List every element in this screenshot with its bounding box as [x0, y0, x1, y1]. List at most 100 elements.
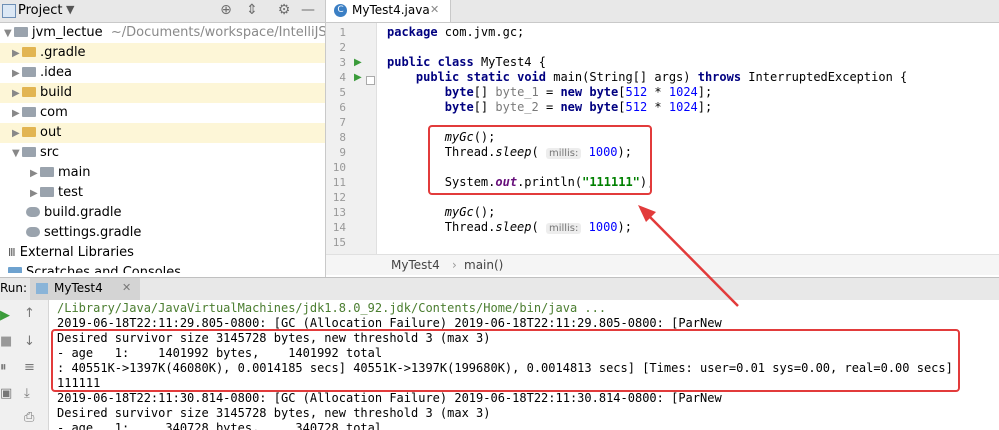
tree-item-label: build.gradle [44, 205, 122, 220]
code-line-14: Thread.sleep( millis: 1000); [444, 220, 632, 234]
line-number: 13 [332, 206, 346, 219]
tree-item-label: Scratches and Consoles [26, 265, 182, 273]
run-icon[interactable]: ▶ [354, 57, 362, 68]
code-line-6: byte[] byte_2 = new byte[512 * 1024]; [444, 100, 713, 114]
tree-item-label: settings.gradle [44, 225, 142, 240]
console-line: /Library/Java/JavaVirtualMachines/jdk1.8… [57, 301, 607, 315]
chevron-down-icon[interactable]: ▼ [4, 24, 14, 44]
folder-icon [22, 147, 36, 157]
chevron-right-icon[interactable]: ▶ [12, 104, 22, 124]
chevron-right-icon[interactable]: ▶ [12, 44, 22, 64]
chevron-right-icon[interactable]: ▶ [12, 84, 22, 104]
stop-icon[interactable]: ■ [0, 334, 12, 349]
tree-item-path: ~/Documents/workspace/IntelliJSpac [110, 25, 325, 40]
chevron-down-icon[interactable]: ▼ [12, 144, 22, 164]
folder-icon [22, 127, 36, 137]
line-number: 12 [332, 191, 346, 204]
tree-item-label: out [40, 125, 62, 140]
tree-item-out[interactable]: ▶ out [0, 123, 325, 143]
fold-icon[interactable] [366, 76, 375, 85]
tree-item-idea[interactable]: ▶ .idea [0, 63, 72, 83]
scroll-to-end-icon[interactable]: ⤓ [24, 386, 30, 401]
folder-icon [22, 47, 36, 57]
line-number: 4 [339, 71, 346, 84]
code-line-4: public static void main(String[] args) t… [415, 70, 908, 84]
line-number: 15 [332, 236, 346, 249]
line-number: 1 [339, 26, 346, 39]
chevron-right-icon[interactable]: ▶ [12, 124, 22, 144]
folder-icon [40, 167, 54, 177]
pause-icon[interactable]: ⏸ [0, 360, 7, 375]
project-tree: ▼ jvm_lectue ~/Documents/workspace/Intell… [0, 23, 325, 273]
tree-item-main[interactable]: ▶ main [0, 163, 90, 183]
tree-item-label: .idea [40, 65, 72, 80]
tree-item-build[interactable]: ▶ build [0, 83, 325, 103]
code-editor[interactable]: package com.jvm.gc; public class MyTest4… [377, 23, 999, 254]
editor-tab-bar: C MyTest4.java ✕ [326, 0, 999, 23]
tree-item-com[interactable]: ▶ com [0, 103, 68, 123]
tab-label: MyTest4.java [352, 3, 430, 17]
tree-item-label: com [40, 105, 68, 120]
line-number: 10 [332, 161, 346, 174]
console-line: - age 1: 340728 bytes, 340728 total [57, 421, 383, 430]
code-highlight-box [428, 125, 652, 195]
soft-wrap-icon[interactable]: ≡ [24, 360, 35, 375]
console-line: 2019-06-18T22:11:29.805-0800: [GC (Alloc… [57, 316, 722, 330]
print-icon[interactable]: ⎙ [24, 410, 34, 425]
rerun-icon[interactable]: ▶ [0, 308, 10, 323]
project-icon [2, 4, 16, 18]
code-line-1: package com.jvm.gc; [387, 25, 525, 39]
run-icon[interactable]: ▶ [354, 72, 362, 83]
line-number: 9 [339, 146, 346, 159]
tree-item-label: src [40, 145, 59, 160]
chevron-right-icon[interactable]: ▶ [30, 184, 40, 204]
gradle-icon [26, 207, 40, 217]
folder-icon [40, 187, 54, 197]
folder-icon [22, 67, 36, 77]
java-class-icon: C [334, 4, 347, 17]
code-line-13: myGc(); [444, 205, 496, 219]
breadcrumb-class[interactable]: MyTest4 [391, 258, 440, 272]
tree-item-scratches[interactable]: Scratches and Consoles [8, 263, 181, 273]
tree-item-settings-gradle[interactable]: settings.gradle [0, 223, 141, 243]
project-panel-title[interactable]: Project [18, 3, 62, 18]
dump-icon[interactable]: ▣ [0, 386, 12, 401]
tree-item-external-libraries[interactable]: Ⅲ External Libraries [8, 243, 134, 263]
chevron-right-icon[interactable]: ▶ [30, 164, 40, 184]
line-number: 3 [339, 56, 346, 69]
breadcrumb-method[interactable]: main() [464, 258, 503, 272]
run-panel-header: Run: MyTest4 ✕ [0, 277, 999, 301]
gear-icon[interactable]: ⚙ [276, 2, 292, 18]
tree-item-root[interactable]: ▼ jvm_lectue ~/Documents/workspace/Intell… [4, 23, 325, 43]
tree-item-label: main [58, 165, 91, 180]
console-line: Desired survivor size 3145728 bytes, new… [57, 406, 491, 420]
project-panel-header: Project ▼ ⊕ ⇕ ⚙ — [0, 0, 325, 23]
arrow-up-icon[interactable]: ↑ [24, 306, 35, 321]
console-output[interactable]: /Library/Java/JavaVirtualMachines/jdk1.8… [49, 300, 999, 430]
scratches-icon [8, 267, 22, 273]
folder-icon [22, 107, 36, 117]
tree-item-gradle[interactable]: ▶ .gradle [0, 43, 325, 63]
libraries-icon: Ⅲ [8, 246, 16, 259]
close-icon[interactable]: ✕ [122, 281, 131, 294]
gradle-icon [26, 227, 40, 237]
line-number: 5 [339, 86, 346, 99]
tree-item-src[interactable]: ▼ src [0, 143, 59, 163]
line-number: 6 [339, 101, 346, 114]
parameter-hint: millis: [545, 223, 582, 234]
code-line-3: public class MyTest4 { [387, 55, 546, 69]
locate-icon[interactable]: ⊕ [218, 2, 234, 18]
chevron-right-icon[interactable]: ▶ [12, 64, 22, 84]
tree-item-test[interactable]: ▶ test [0, 183, 83, 203]
chevron-down-icon[interactable]: ▼ [66, 3, 74, 16]
folder-icon [14, 27, 28, 37]
hide-icon[interactable]: — [300, 2, 316, 18]
collapse-icon[interactable]: ⇕ [244, 2, 260, 18]
close-icon[interactable]: ✕ [430, 3, 439, 16]
tab-run-mytest4[interactable]: MyTest4 ✕ [30, 278, 140, 300]
tree-item-build-gradle[interactable]: build.gradle [0, 203, 122, 223]
code-line-5: byte[] byte_1 = new byte[512 * 1024]; [444, 85, 713, 99]
arrow-down-icon[interactable]: ↓ [24, 334, 35, 349]
line-number: 7 [339, 116, 346, 129]
tab-mytest4-java[interactable]: C MyTest4.java ✕ [326, 0, 451, 22]
